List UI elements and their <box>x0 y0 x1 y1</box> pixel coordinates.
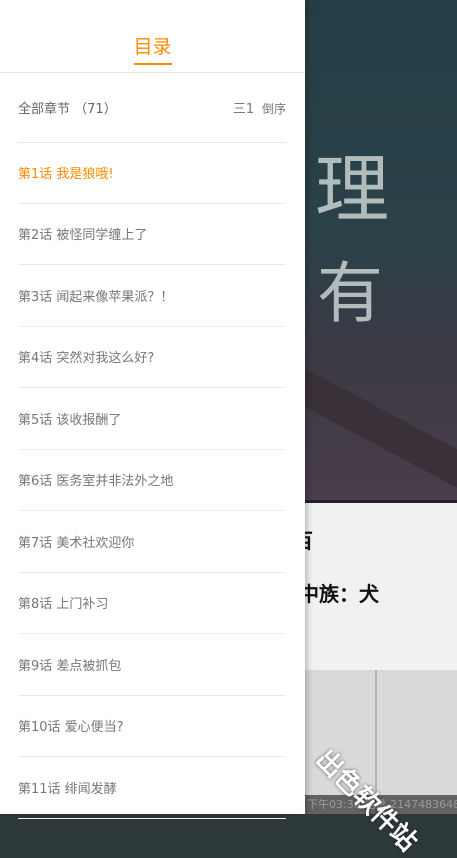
chapter-item[interactable]: 第1话 我是狼哦! <box>18 142 286 204</box>
comic-page[interactable]: 理 有 百 中族：犬 <box>305 0 457 814</box>
chapter-count: （71） <box>74 102 117 117</box>
chapter-list: 第1话 我是狼哦! 第2话 被怪同学缠上了 第3话 闻起来像苹果派？！ 第4话 … <box>18 142 286 819</box>
all-chapters-label: 全部章节 （71） <box>18 98 117 117</box>
chalk-text: 有 <box>317 255 383 332</box>
bag-strap-illustration <box>305 361 457 491</box>
chapter-item[interactable]: 第10话 爱心便当? <box>18 696 286 757</box>
chapter-summary-row: 全部章节 （71） 三1 倒序 <box>18 72 286 143</box>
sort-label: 倒序 <box>261 102 286 116</box>
chapter-drawer: 目录 全部章节 （71） 三1 倒序 第1话 我是狼哦! 第2话 被怪同学缠上了… <box>0 0 305 819</box>
chapter-item[interactable]: 第6话 医务室并非法外之地 <box>18 450 286 511</box>
all-chapters-text: 全部章节 <box>18 102 71 117</box>
chapter-item[interactable]: 第11话 绯闻发酵 <box>18 757 286 819</box>
chapter-item[interactable]: 第2话 被怪同学缠上了 <box>18 204 286 265</box>
chapter-item[interactable]: 第5话 该收报酬了 <box>18 388 286 450</box>
tab-catalog[interactable]: 目录 <box>133 32 172 65</box>
comic-panel-blackboard: 理 有 <box>305 0 457 500</box>
chapter-item[interactable]: 第7话 美术社欢迎你 <box>18 511 286 573</box>
chapter-item[interactable]: 第8话 上门补习 <box>18 573 286 634</box>
drawer-header: 目录 <box>0 0 305 73</box>
caption-text: 中族：犬 <box>305 582 379 606</box>
comic-panel-caption: 百 中族：犬 <box>305 500 457 674</box>
chapter-item[interactable]: 第9话 差点被抓包 <box>18 634 286 696</box>
chapter-item[interactable]: 第4话 突然对我这么好? <box>18 327 286 388</box>
caption-text: 百 <box>305 525 313 554</box>
sort-toggle-button[interactable]: 三1 倒序 <box>233 98 286 117</box>
chapter-item[interactable]: 第3话 闻起来像苹果派？！ <box>18 265 286 327</box>
chalk-text: 理 <box>315 147 389 233</box>
sort-icon: 三1 <box>232 102 255 117</box>
